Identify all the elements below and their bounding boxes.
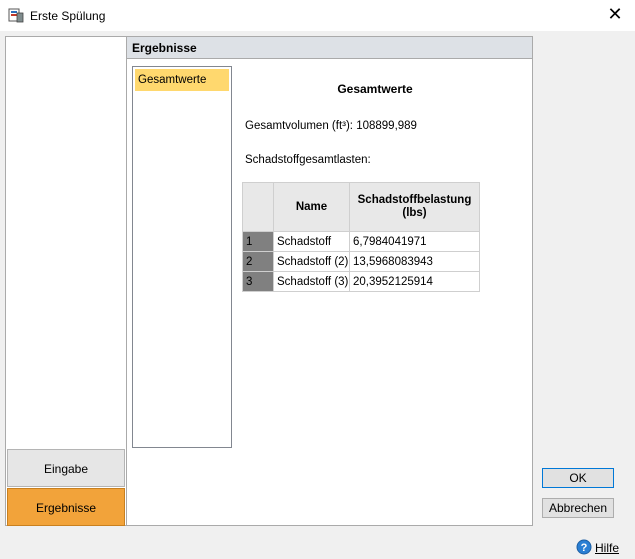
cell-name[interactable]: Schadstoff (3) bbox=[273, 271, 350, 292]
total-volume-text: Gesamtvolumen (ft³): 108899,989 bbox=[245, 120, 417, 132]
cell-value[interactable]: 13,5968083943 bbox=[349, 251, 480, 272]
column-header-load[interactable]: Schadstoffbelastung (lbs) bbox=[349, 182, 480, 232]
help-label[interactable]: Hilfe bbox=[595, 541, 619, 555]
help-icon: ? bbox=[576, 539, 592, 555]
close-button[interactable]: ✕ bbox=[605, 5, 625, 25]
table-row[interactable]: 3 Schadstoff (3) 20,3952125914 bbox=[242, 271, 480, 292]
nav-results-button[interactable]: Ergebnisse bbox=[7, 488, 125, 526]
cell-value[interactable]: 6,7984041971 bbox=[349, 231, 480, 252]
content-title: Gesamtwerte bbox=[337, 82, 413, 96]
title-bar: Erste Spülung ✕ bbox=[0, 0, 635, 31]
nav-input-button[interactable]: Eingabe bbox=[7, 449, 125, 487]
section-header: Ergebnisse bbox=[127, 37, 532, 59]
list-item-gesamtwerte[interactable]: Gesamtwerte bbox=[135, 69, 229, 91]
section-title: Ergebnisse bbox=[132, 41, 197, 55]
ok-button[interactable]: OK bbox=[542, 468, 614, 488]
cell-name[interactable]: Schadstoff bbox=[273, 231, 350, 252]
pollutant-loads-label: Schadstoffgesamtlasten: bbox=[245, 154, 371, 166]
results-list: Gesamtwerte bbox=[132, 66, 232, 448]
cancel-button[interactable]: Abbrechen bbox=[542, 498, 614, 518]
cell-value[interactable]: 20,3952125914 bbox=[349, 271, 480, 292]
column-header-name[interactable]: Name bbox=[273, 182, 350, 232]
table-row[interactable]: 2 Schadstoff (2) 13,5968083943 bbox=[242, 251, 480, 272]
window-title: Erste Spülung bbox=[30, 9, 106, 23]
table-row[interactable]: 1 Schadstoff 6,7984041971 bbox=[242, 231, 480, 252]
app-icon bbox=[8, 8, 24, 23]
cell-name[interactable]: Schadstoff (2) bbox=[273, 251, 350, 272]
svg-text:?: ? bbox=[581, 542, 588, 554]
table-corner-cell bbox=[242, 182, 274, 232]
row-index: 1 bbox=[242, 231, 274, 252]
table-header-row: Name Schadstoffbelastung (lbs) bbox=[242, 182, 480, 232]
row-index: 3 bbox=[242, 271, 274, 292]
row-index: 2 bbox=[242, 251, 274, 272]
results-table: Name Schadstoffbelastung (lbs) 1 Schadst… bbox=[242, 182, 480, 292]
